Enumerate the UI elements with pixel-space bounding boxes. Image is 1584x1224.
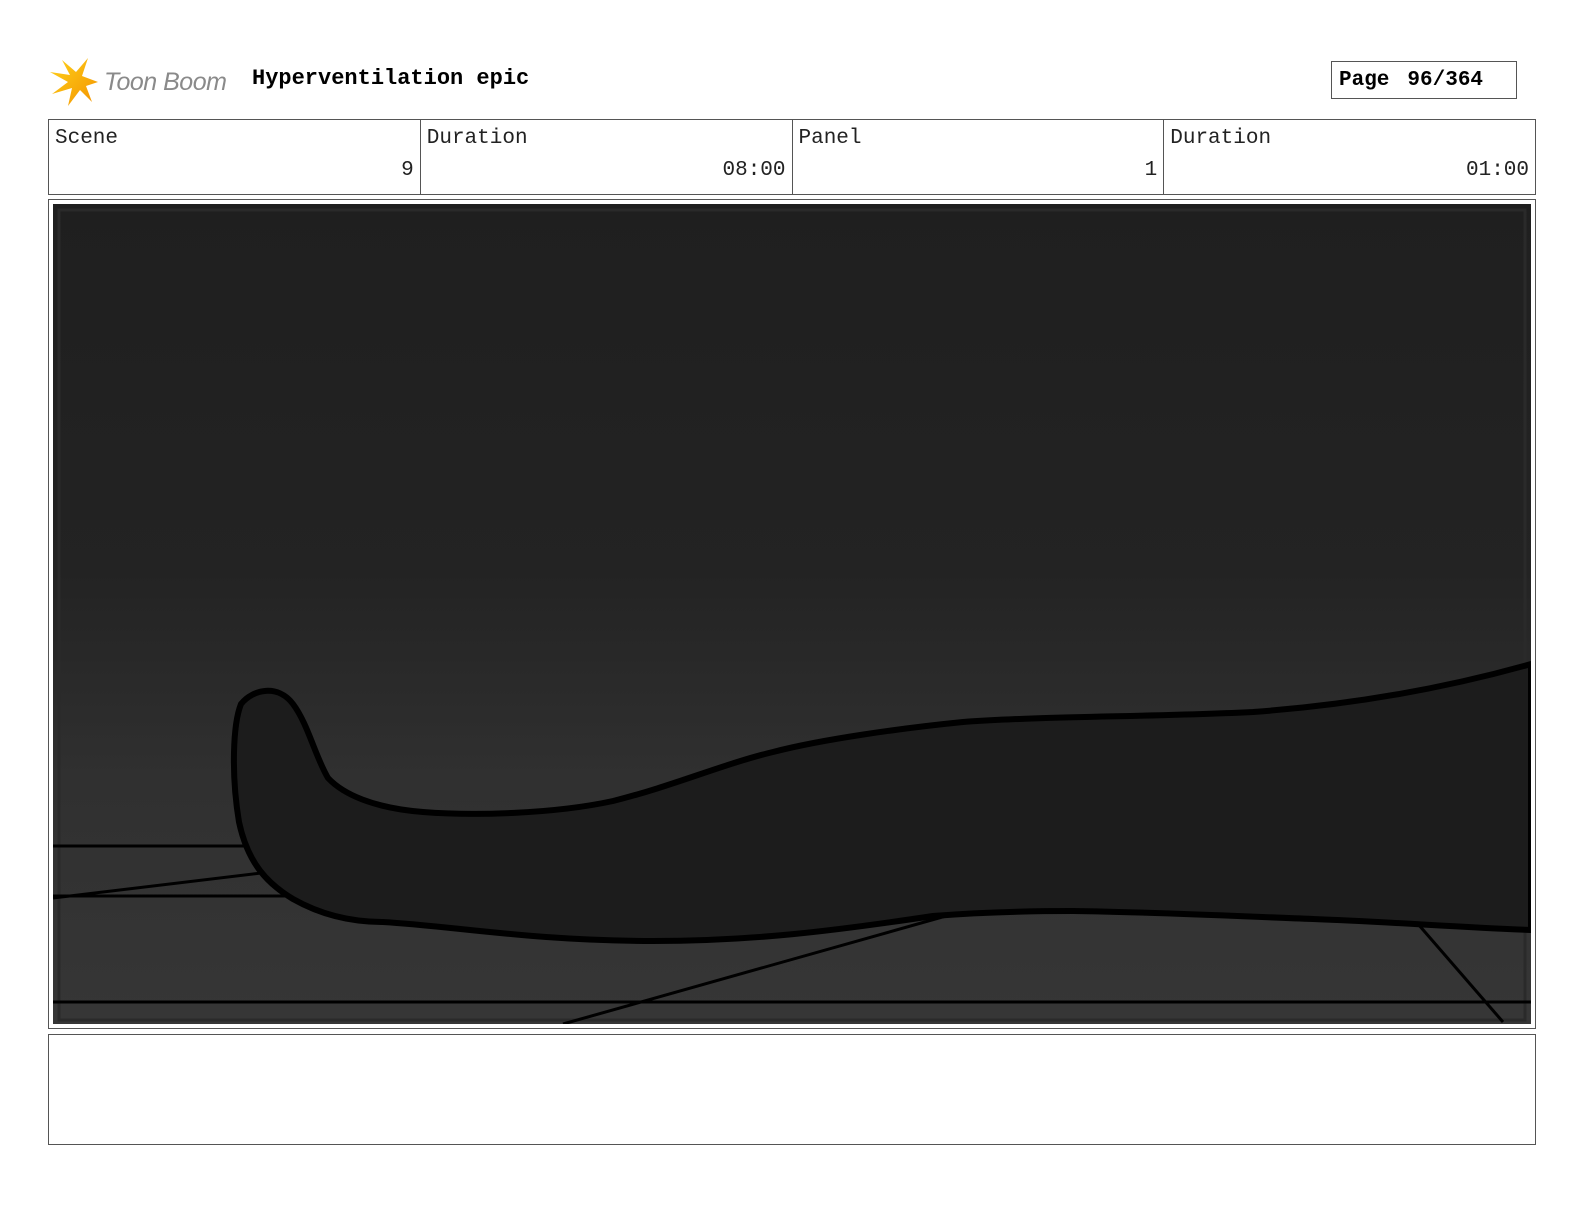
logo-text: Toon Boom [104, 68, 227, 96]
scene-duration-label: Duration [426, 127, 528, 150]
starburst-icon [50, 58, 98, 106]
panel-label: Panel [798, 127, 862, 150]
scene-cell: Scene 9 [49, 120, 421, 194]
storyboard-panel-frame [48, 199, 1536, 1029]
toon-boom-logo: Toon Boom [48, 56, 238, 108]
panel-duration-label: Duration [1170, 127, 1272, 150]
page-indicator: Page 96/364 [1331, 61, 1517, 99]
page-label: Page [1339, 68, 1390, 92]
scene-label: Scene [55, 127, 119, 150]
scene-info-table: Scene 9 Duration 08:00 Panel 1 Duration … [48, 119, 1536, 195]
scene-value: 9 [401, 159, 414, 182]
project-title: Hyperventilation epic [252, 66, 530, 91]
panel-duration-cell: Duration 01:00 [1164, 120, 1535, 194]
storyboard-panel-drawing [53, 204, 1531, 1024]
scene-duration-value: 08:00 [722, 159, 786, 182]
page-header: Toon Boom Hyperventilation epic Page 96/… [48, 52, 1536, 108]
page-number: 96/364 [1407, 68, 1484, 92]
panel-value: 1 [1144, 159, 1158, 182]
panel-notes-box [48, 1034, 1536, 1145]
scene-duration-cell: Duration 08:00 [421, 120, 793, 194]
panel-duration-value: 01:00 [1465, 159, 1529, 182]
panel-cell: Panel 1 [793, 120, 1165, 194]
